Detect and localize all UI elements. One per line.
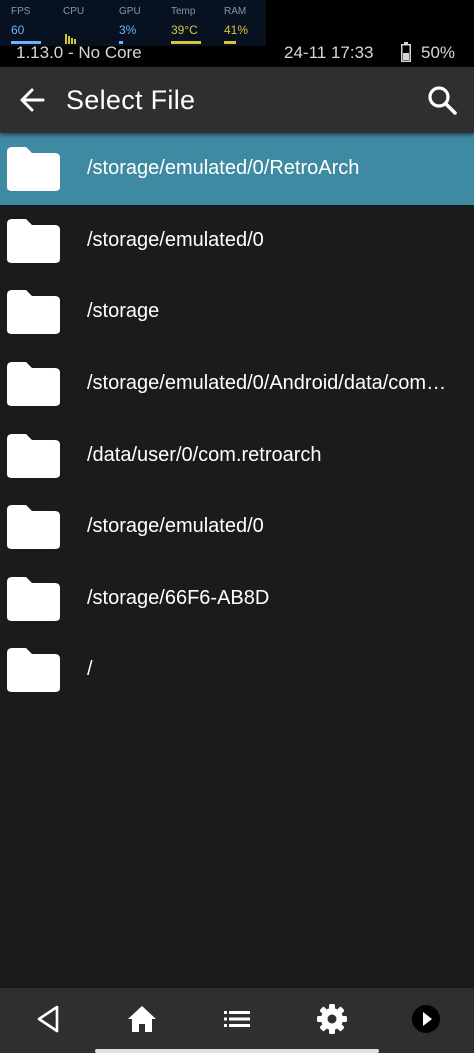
gpu-metric: GPU 3% [119,6,169,46]
file-list: /storage/emulated/0/RetroArch /storage/e… [0,133,474,988]
list-item[interactable]: /storage/66F6-AB8D [0,563,474,635]
temp-metric: Temp 39°C [171,6,221,46]
datetime-text: 24-11 17:33 [284,43,374,62]
folder-path: /data/user/0/com.retroarch [87,444,322,466]
ram-label: RAM [224,6,247,17]
gear-icon[interactable] [315,1002,349,1036]
folder-path: /storage [87,300,160,322]
fps-metric: FPS 60 [11,6,61,46]
folder-icon [7,147,60,191]
folder-path: /storage/66F6-AB8D [87,587,270,609]
folder-icon [7,648,60,692]
list-item[interactable]: /storage/emulated/0/RetroArch [0,133,474,205]
list-item[interactable]: /data/user/0/com.retroarch [0,420,474,492]
list-item[interactable]: /storage [0,276,474,348]
list-item[interactable]: /storage/emulated/0/Android/data/com.ret… [0,348,474,420]
battery-icon [401,42,411,62]
page-title: Select File [66,85,196,115]
fps-value: 60 [11,23,25,37]
gpu-value: 3% [119,23,137,37]
temp-value: 39°C [171,23,198,37]
folder-path: /storage/emulated/0 [87,515,264,537]
folder-icon [7,290,60,334]
play-circle-icon[interactable] [409,1002,443,1036]
battery-percent: 50% [421,43,456,62]
ram-value: 41% [224,23,249,37]
folder-path: / [87,658,93,680]
bottom-nav-bar [0,988,474,1053]
ram-bar [224,41,236,44]
app-bar: Select File [0,67,474,133]
cpu-metric: CPU [63,6,113,46]
folder-path: /storage/emulated/0 [87,229,264,251]
temp-label: Temp [171,6,196,17]
list-item[interactable]: /storage/emulated/0 [0,491,474,563]
performance-overlay: FPS 60 CPU GPU 3% Temp 39°C RAM 41% [0,0,266,46]
folder-icon [7,434,60,478]
folder-icon [7,577,60,621]
fps-label: FPS [11,6,31,17]
cpu-label: CPU [63,6,85,17]
home-indicator[interactable] [95,1049,379,1053]
list-icon[interactable] [220,1002,254,1036]
back-triangle-icon[interactable] [31,1002,65,1036]
ram-metric: RAM 41% [224,6,274,46]
folder-path: /storage/emulated/0/Android/data/com.ret… [87,372,447,394]
folder-path: /storage/emulated/0/RetroArch [87,157,360,179]
folder-icon [7,362,60,406]
status-bar: FPS 60 CPU GPU 3% Temp 39°C RAM 41% 1.13… [0,0,474,67]
search-icon[interactable] [424,82,460,118]
folder-icon [7,505,60,549]
core-version-text: 1.13.0 - No Core [16,43,142,62]
gpu-label: GPU [119,6,141,17]
folder-icon [7,219,60,263]
list-item[interactable]: / [0,634,474,706]
home-icon[interactable] [125,1002,159,1036]
list-item[interactable]: /storage/emulated/0 [0,205,474,277]
temp-bar [171,41,201,44]
arrow-back-icon[interactable] [14,82,50,118]
